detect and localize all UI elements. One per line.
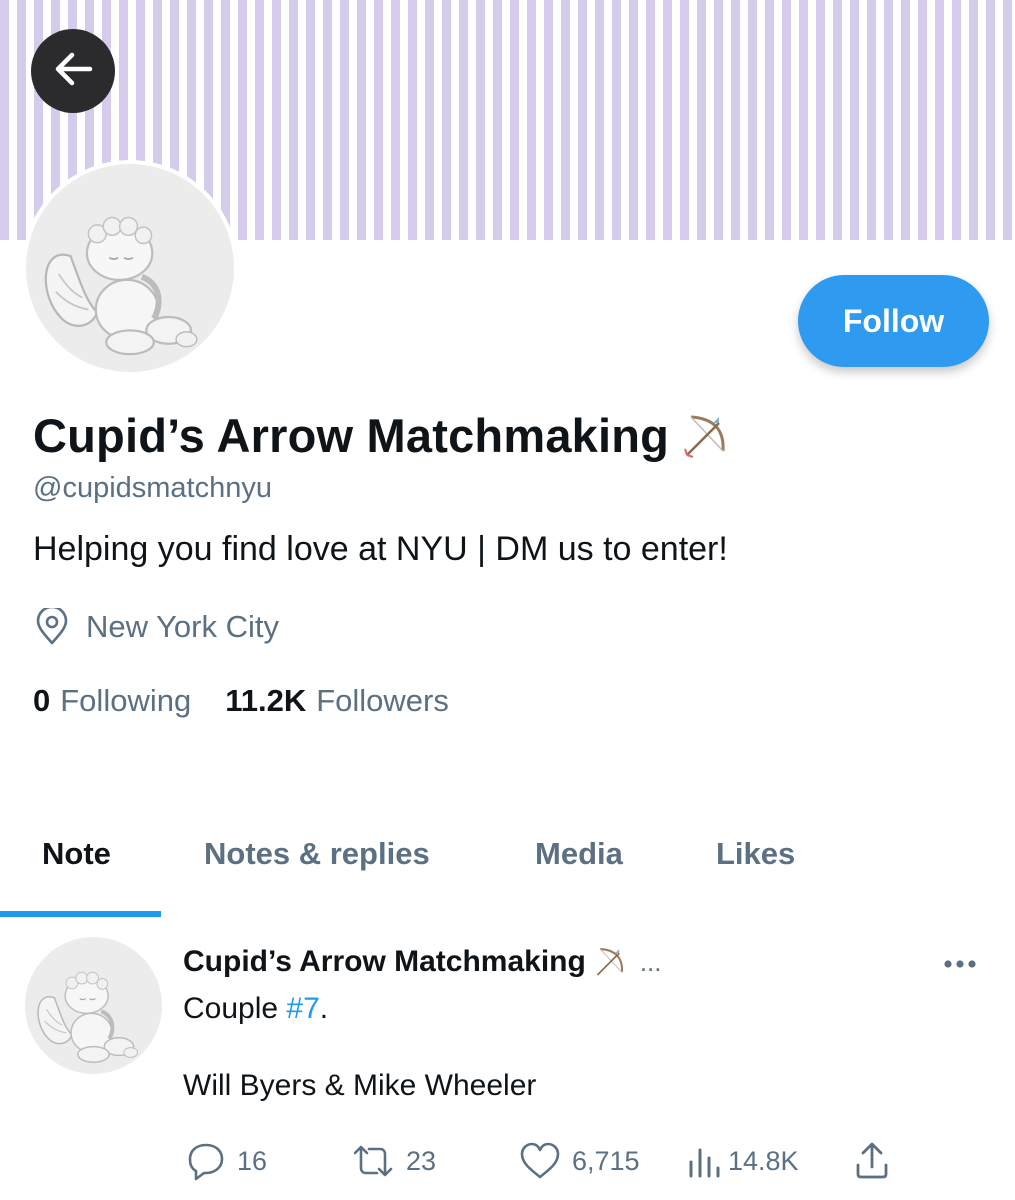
tweet-text-line1: Couple #7. (183, 992, 328, 1026)
location-text: New York City (86, 609, 279, 644)
profile-bio: Helping you find love at NYU | DM us to … (33, 530, 728, 568)
share-button[interactable] (852, 1140, 892, 1182)
tweet-avatar[interactable] (25, 937, 162, 1074)
views-icon (686, 1140, 724, 1182)
retweet-button[interactable]: 23 (350, 1140, 436, 1182)
retweet-icon (350, 1140, 396, 1182)
like-count: 6,715 (572, 1145, 640, 1176)
following-link[interactable]: 0 Following (33, 683, 191, 719)
following-label: Following (60, 683, 192, 718)
like-button[interactable]: 6,715 (518, 1140, 640, 1182)
profile-name-text: Cupid’s Arrow Matchmaking (33, 409, 670, 462)
reply-button[interactable]: 16 (185, 1140, 267, 1182)
bow-arrow-icon (592, 945, 626, 979)
followers-count: 11.2K (225, 683, 307, 718)
like-icon (518, 1140, 562, 1182)
more-options-button[interactable] (940, 948, 980, 985)
followers-link[interactable]: 11.2K Followers (225, 683, 449, 719)
tab-note[interactable]: Note (42, 836, 111, 872)
truncation-ellipsis: ... (639, 946, 662, 977)
tweet-author-name: Cupid’s Arrow Matchmaking (183, 945, 586, 978)
tab-notes-replies[interactable]: Notes & replies (204, 836, 430, 872)
reply-icon (185, 1140, 227, 1182)
cherub-image (26, 164, 234, 372)
active-tab-indicator (0, 911, 161, 917)
profile-tabs: Note Notes & replies Media Likes (0, 808, 1015, 918)
tweet-text-prefix: Couple (183, 992, 287, 1025)
profile-location: New York City (33, 608, 279, 646)
location-pin-icon (33, 608, 71, 646)
views-button[interactable]: 14.8K (686, 1140, 799, 1182)
more-icon (940, 948, 980, 980)
profile-avatar[interactable] (22, 160, 238, 376)
cherub-image (36, 970, 140, 1065)
profile-handle: @cupidsmatchnyu (33, 472, 272, 504)
tab-likes[interactable]: Likes (716, 836, 795, 872)
reply-count: 16 (237, 1145, 268, 1176)
tweet-author[interactable]: Cupid’s Arrow Matchmaking ... (183, 945, 662, 979)
back-arrow-icon (50, 46, 96, 97)
following-count: 0 (33, 683, 51, 718)
profile-name: Cupid’s Arrow Matchmaking (33, 408, 729, 463)
bow-arrow-icon (679, 411, 729, 461)
follow-button[interactable]: Follow (798, 275, 989, 367)
tab-media[interactable]: Media (535, 836, 623, 872)
hashtag-link[interactable]: #7 (286, 992, 319, 1025)
views-count: 14.8K (728, 1145, 799, 1176)
tweet-text-suffix: . (319, 992, 329, 1025)
back-button[interactable] (31, 29, 115, 113)
followers-label: Followers (316, 683, 449, 718)
follow-stats: 0 Following 11.2K Followers (33, 683, 449, 719)
share-icon (852, 1140, 892, 1182)
tweet-text-line2: Will Byers & Mike Wheeler (183, 1069, 537, 1102)
retweet-count: 23 (406, 1145, 437, 1176)
